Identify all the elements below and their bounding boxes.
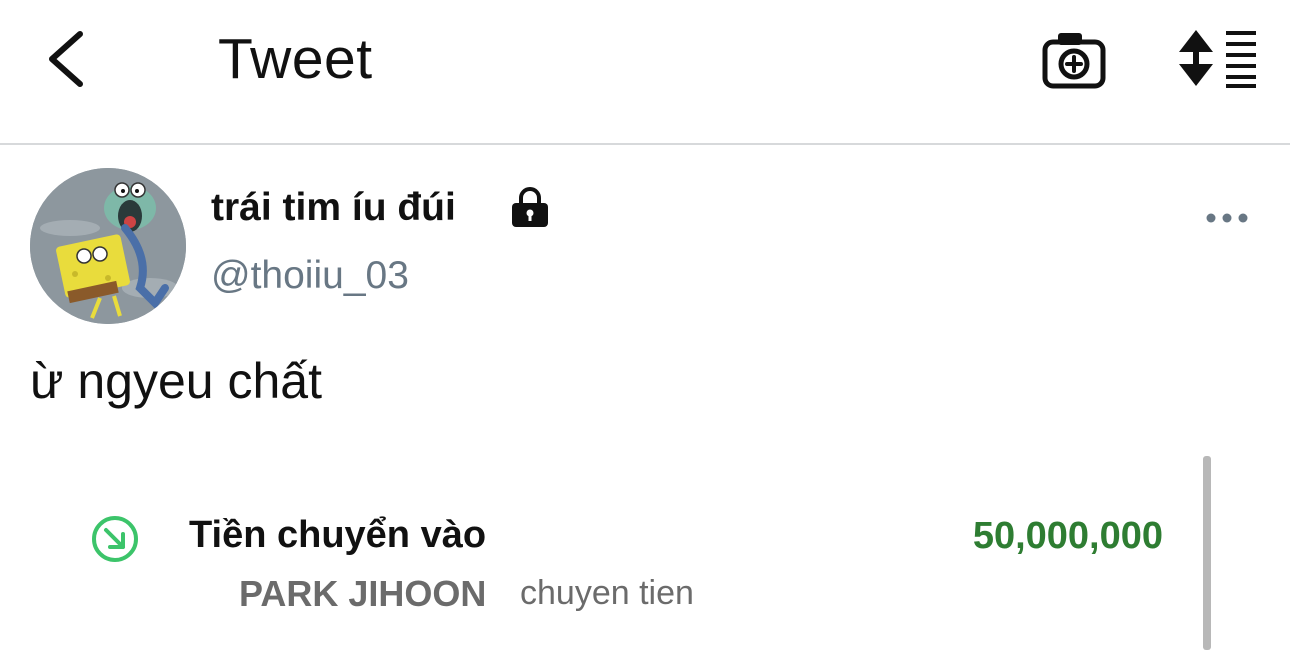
more-options-button[interactable] <box>1203 202 1251 234</box>
camera-add-icon <box>1042 33 1106 89</box>
sort-list-icon <box>1179 30 1256 88</box>
page-title: Tweet <box>218 27 373 91</box>
avatar-cartoon-image <box>30 168 186 324</box>
transaction-sender: PARK JIHOON <box>239 573 487 614</box>
avatar[interactable] <box>30 168 186 324</box>
scroll-indicator <box>1203 456 1211 650</box>
tweet-media-image[interactable]: Tiền chuyển vào 50,000,000 PARK JIHOON c… <box>0 450 1290 668</box>
more-dots-icon <box>1206 213 1248 223</box>
back-button[interactable] <box>38 26 98 92</box>
camera-button[interactable] <box>1040 28 1108 92</box>
tweet-body-text: ừ ngyeu chất <box>30 353 322 409</box>
transaction-memo: chuyen tien <box>520 574 694 612</box>
transaction-title: Tiền chuyển vào <box>189 514 487 556</box>
incoming-arrow-icon <box>92 516 138 562</box>
lock-icon <box>512 187 548 227</box>
transaction-amount: 50,000,000 <box>972 515 1163 557</box>
sort-button[interactable] <box>1176 28 1258 88</box>
top-nav-bar: Tweet <box>0 0 1290 145</box>
chevron-left-icon <box>49 31 83 87</box>
author-handle[interactable]: @thoiiu_03 <box>211 250 409 302</box>
author-display-name[interactable]: trái tim íu đúi <box>211 182 456 234</box>
